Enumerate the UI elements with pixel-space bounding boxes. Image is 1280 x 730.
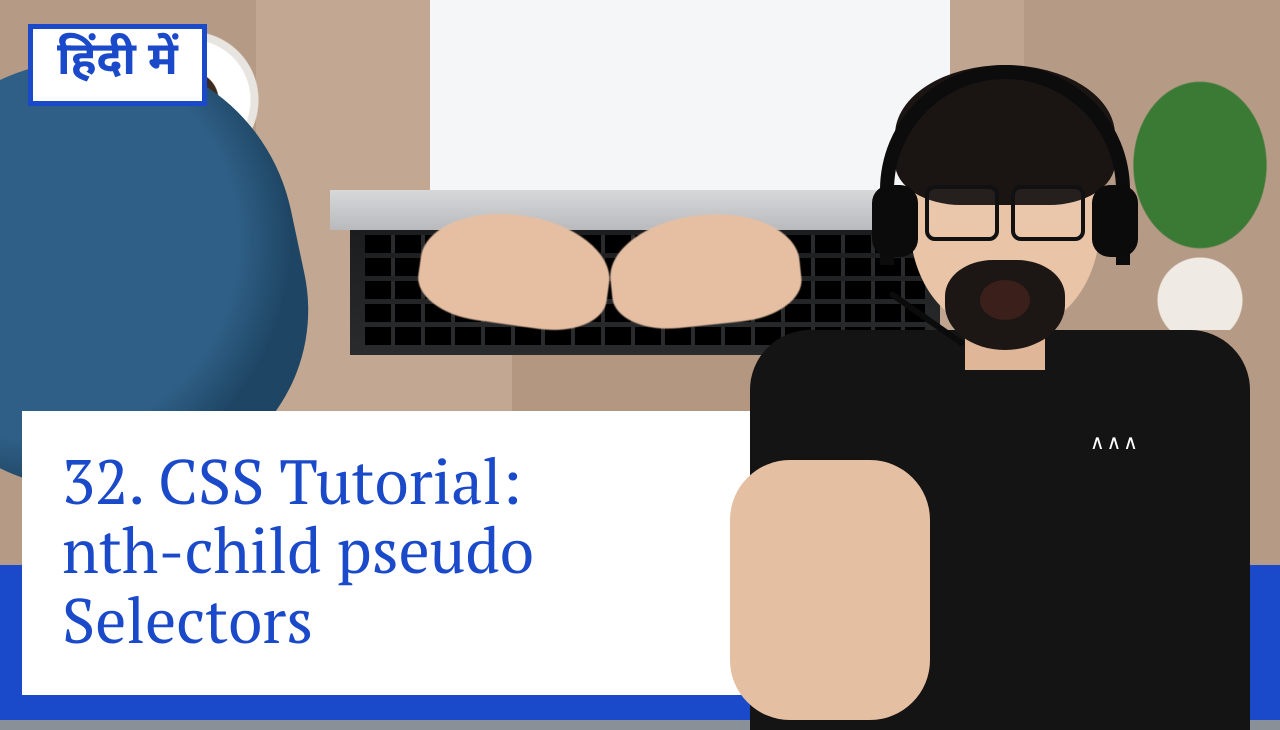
title-line: 32. CSS Tutorial: (62, 447, 752, 516)
title-line: Selectors (62, 586, 752, 655)
title-card: 32. CSS Tutorial: nth-child pseudo Selec… (22, 411, 792, 695)
plant (1090, 30, 1280, 330)
language-badge-text: हिंदी में (57, 33, 178, 93)
subtitle-line: Course in Hindi (804, 651, 1224, 686)
keyboard-row (365, 327, 925, 345)
title-line: nth-child pseudo (62, 516, 752, 585)
language-badge: हिंदी में (28, 24, 207, 106)
course-subtitle: Complete Web Development Course in Hindi (804, 616, 1224, 686)
subtitle-line: Complete Web Development (804, 616, 1224, 651)
